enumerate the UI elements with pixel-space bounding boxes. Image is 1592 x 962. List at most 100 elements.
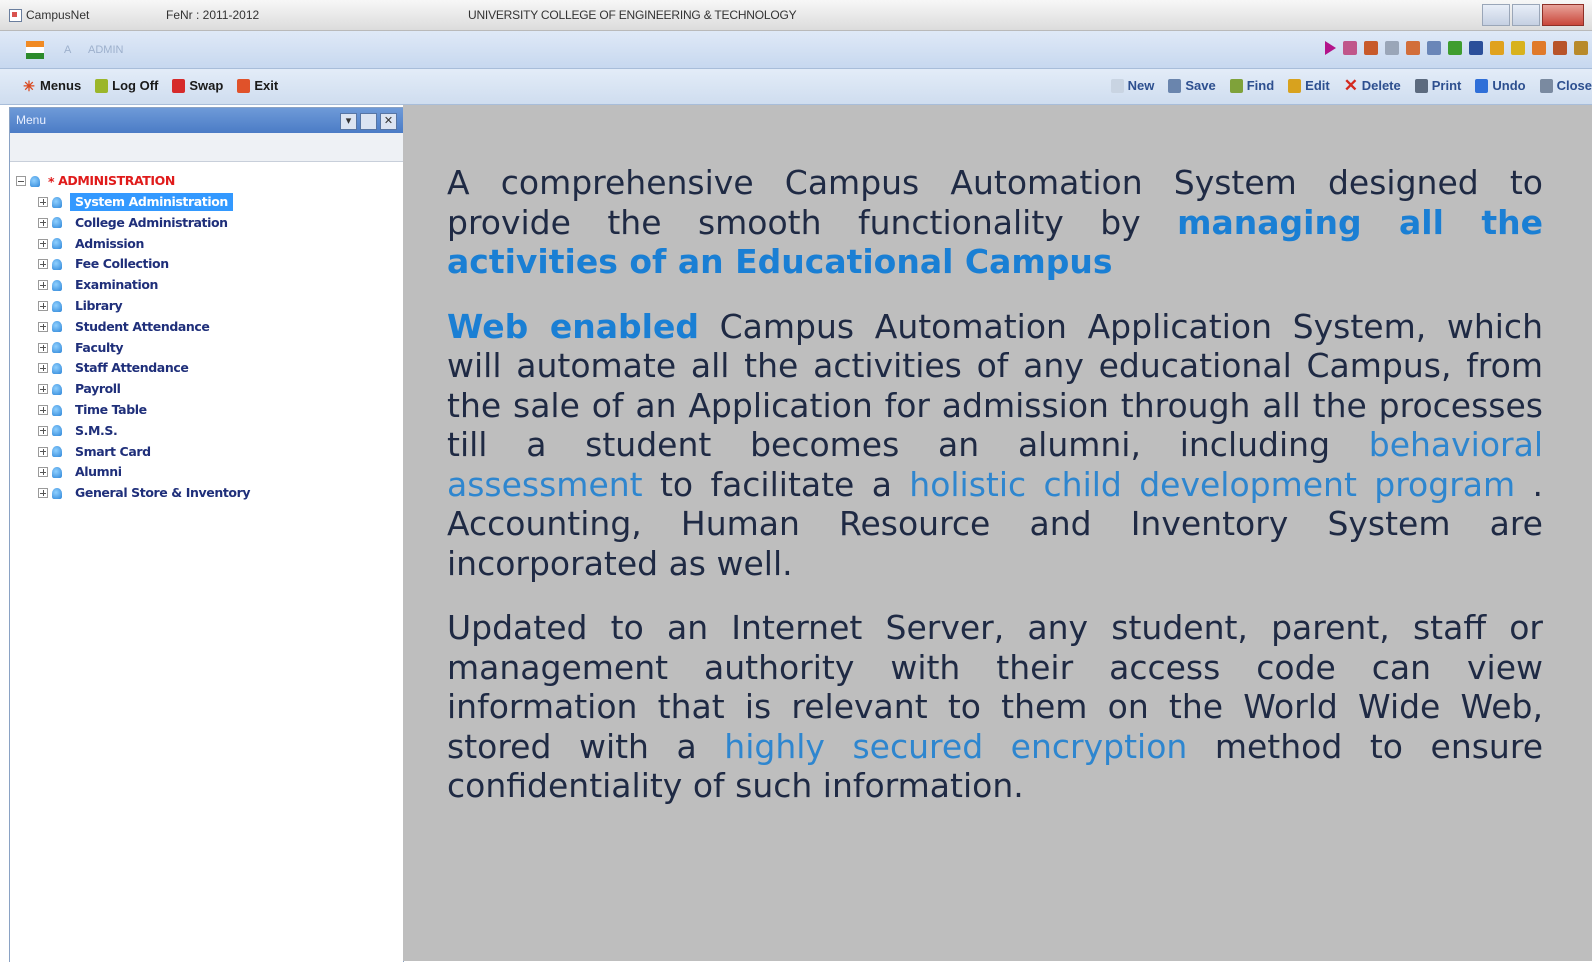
print-button[interactable]: Print <box>1414 78 1462 93</box>
chart-icon[interactable] <box>1364 41 1378 55</box>
swap-button[interactable]: Swap <box>172 78 223 93</box>
tree-item-time-table[interactable]: Time Table <box>38 401 152 419</box>
toolbar-label: Exit <box>254 78 279 93</box>
tree-item-payroll[interactable]: Payroll <box>38 380 126 398</box>
dropdown-icon[interactable]: ▾ <box>340 113 357 130</box>
find-button[interactable]: Find <box>1229 78 1275 93</box>
tree-item-label: Staff Attendance <box>75 360 189 376</box>
close-icon[interactable]: ✕ <box>380 113 397 130</box>
document-icon[interactable] <box>1385 41 1399 55</box>
delete-button[interactable]: ✕ Delete <box>1343 75 1401 95</box>
tree-item-s-m-s[interactable]: S.M.S. <box>38 422 122 440</box>
encryption-link[interactable]: highly secured encryption <box>724 727 1187 766</box>
tree-item-label: Faculty <box>75 339 124 355</box>
p2-text2: to facilitate a <box>642 464 910 504</box>
menu-filter-bar <box>10 133 403 162</box>
tree-item-library[interactable]: Library <box>38 297 127 315</box>
paragraph-3: Updated to an Internet Server, any stude… <box>447 608 1543 806</box>
check-icon[interactable] <box>1448 41 1462 55</box>
refresh-icon[interactable] <box>1490 41 1504 55</box>
edit-icon <box>1288 78 1302 93</box>
expand-icon[interactable] <box>38 238 48 249</box>
people-icon[interactable] <box>1406 41 1420 55</box>
play-icon[interactable] <box>1325 41 1336 55</box>
toolbar-label: New <box>1127 78 1155 93</box>
toolbar-right: New Save Find Edit ✕ Delete Print Undo Close <box>1097 75 1592 95</box>
tree-item-alumni[interactable]: Alumni <box>38 463 127 481</box>
toolbar-label: Find <box>1246 78 1275 93</box>
edit-icon[interactable] <box>1553 41 1567 55</box>
edit-button[interactable]: Edit <box>1288 78 1330 93</box>
expand-icon[interactable] <box>38 405 48 415</box>
tree-item-smart-card[interactable]: Smart Card <box>38 443 156 461</box>
toolbar-label: Edit <box>1305 78 1330 93</box>
node-icon <box>52 487 62 499</box>
tree-item-label: College Administration <box>75 214 228 230</box>
delete-icon: ✕ <box>1343 75 1358 95</box>
close-window-button[interactable] <box>1542 4 1584 26</box>
tree-item-label: Time Table <box>75 402 147 417</box>
menus-button[interactable]: ✳ Menus <box>22 78 81 93</box>
tree-item-fee-collection[interactable]: Fee Collection <box>38 255 174 273</box>
exit-button[interactable]: Exit <box>237 78 278 93</box>
lock-icon[interactable] <box>1574 41 1588 55</box>
app-icon <box>9 9 22 22</box>
paragraph-1: A comprehensive Campus Automation System… <box>447 163 1543 282</box>
toolbar-label: Print <box>1431 78 1462 93</box>
close-button[interactable]: Close <box>1539 78 1592 93</box>
expand-icon[interactable] <box>38 342 48 353</box>
expand-icon[interactable] <box>38 363 48 374</box>
undo-button[interactable]: Undo <box>1475 78 1526 93</box>
expand-icon[interactable] <box>38 259 48 270</box>
holistic-program-link[interactable]: holistic child development program <box>909 465 1515 504</box>
collapse-icon[interactable] <box>16 176 26 186</box>
maximize-button[interactable] <box>1512 4 1540 26</box>
expand-icon[interactable] <box>38 384 48 395</box>
tree-item-label: Fee Collection <box>75 256 169 272</box>
node-icon <box>52 425 62 437</box>
new-button[interactable]: New <box>1110 78 1155 93</box>
tree-item-general-store-inventory[interactable]: General Store & Inventory <box>38 484 255 502</box>
p2-lead: Web enabled <box>447 306 699 346</box>
expand-icon[interactable] <box>38 425 48 436</box>
session-label: FeNr : 2011-2012 <box>166 8 260 22</box>
node-icon <box>52 238 62 250</box>
tree-item-staff-attendance[interactable]: Staff Attendance <box>38 359 193 377</box>
grid-icon[interactable] <box>1343 41 1357 55</box>
expand-icon[interactable] <box>38 446 48 457</box>
tree-root[interactable]: * ADMINISTRATION <box>16 172 175 190</box>
user-initial: A <box>64 44 72 56</box>
tree-item-college-administration[interactable]: College Administration <box>38 214 233 232</box>
expand-icon[interactable] <box>38 197 48 207</box>
title-bar: CampusNet FeNr : 2011-2012 UNIVERSITY CO… <box>0 0 1592 31</box>
flag-icon <box>26 41 44 59</box>
minimize-button[interactable] <box>1482 4 1510 26</box>
tree-item-system-administration[interactable]: System Administration <box>38 193 233 211</box>
user-icon[interactable] <box>1427 41 1441 55</box>
expand-icon[interactable] <box>38 217 48 228</box>
export-icon[interactable] <box>1532 41 1546 55</box>
tree-item-label: Student Attendance <box>75 318 210 334</box>
log-off-button[interactable]: Log Off <box>95 78 158 93</box>
toolbar-label: Undo <box>1492 78 1526 93</box>
tree-item-faculty[interactable]: Faculty <box>38 339 128 357</box>
expand-icon[interactable] <box>38 488 48 499</box>
expand-icon[interactable] <box>38 321 48 332</box>
node-icon <box>52 466 62 478</box>
quick-icons <box>1318 41 1588 55</box>
node-icon <box>52 321 62 333</box>
power-icon[interactable] <box>1469 41 1483 55</box>
expand-icon[interactable] <box>38 301 48 311</box>
tree-item-student-attendance[interactable]: Student Attendance <box>38 318 215 336</box>
expand-icon[interactable] <box>38 467 48 478</box>
save-button[interactable]: Save <box>1168 78 1216 93</box>
pin-icon[interactable] <box>360 113 377 130</box>
node-icon <box>52 196 62 208</box>
tree-item-label: Examination <box>75 277 159 293</box>
folder-icon[interactable] <box>1511 41 1525 55</box>
expand-icon[interactable] <box>38 280 48 291</box>
tree-item-admission[interactable]: Admission <box>38 235 149 253</box>
tree-item-label: Alumni <box>75 464 122 480</box>
tree-root-label: ADMINISTRATION <box>58 173 175 188</box>
tree-item-examination[interactable]: Examination <box>38 276 163 294</box>
